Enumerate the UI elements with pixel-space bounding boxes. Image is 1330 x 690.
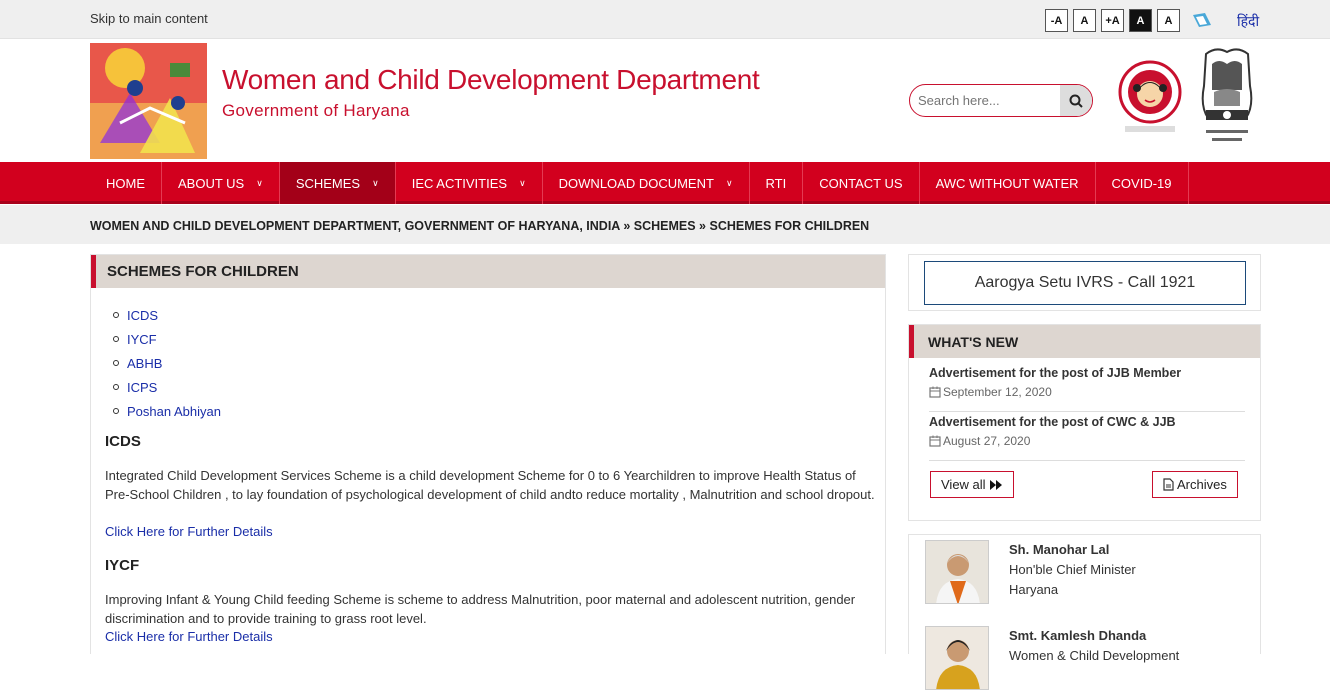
archives-label: Archives bbox=[1177, 477, 1227, 492]
section-text-iycf: Improving Infant & Young Child feeding S… bbox=[105, 592, 856, 626]
profile-card: Sh. Manohar Lal Hon'ble Chief Minister H… bbox=[925, 540, 1136, 604]
bullet-icon bbox=[113, 336, 119, 342]
nav-item-label: SCHEMES bbox=[295, 175, 361, 191]
list-item: ABHB bbox=[113, 351, 221, 375]
avatar bbox=[925, 626, 989, 690]
profile-card: Smt. Kamlesh Dhanda Women & Child Develo… bbox=[925, 626, 1179, 690]
leader-role: Hon'ble Chief Minister bbox=[1009, 562, 1136, 577]
top-bar: Skip to main content -A A +A A A हिंदी bbox=[0, 0, 1330, 39]
nav-item-label: AWC WITHOUT WATER bbox=[935, 175, 1079, 191]
search-box bbox=[909, 84, 1093, 117]
nav-item-download-document[interactable]: DOWNLOAD DOCUMENT ∨ bbox=[543, 162, 750, 204]
news-date: September 12, 2020 bbox=[943, 385, 1052, 399]
bullet-icon bbox=[113, 312, 119, 318]
main-navigation: HOME ABOUT US ∨ SCHEMES ∨ IEC ACTIVITIES ∨ DOWN… bbox=[0, 162, 1330, 204]
section-title-icds: ICDS bbox=[105, 433, 141, 450]
search-input[interactable] bbox=[910, 85, 1060, 116]
font-normal-button[interactable]: A bbox=[1073, 9, 1096, 32]
nav-item-label: CONTACT US bbox=[819, 175, 903, 191]
further-details-link-icds[interactable]: Click Here for Further Details bbox=[105, 524, 273, 539]
light-contrast-button[interactable]: A bbox=[1157, 9, 1180, 32]
list-item: ICDS bbox=[113, 303, 221, 327]
nav-item-label: DOWNLOAD DOCUMENT bbox=[558, 175, 714, 191]
site-title[interactable]: Women and Child Development Department bbox=[222, 64, 760, 96]
nav-item-label: RTI bbox=[765, 175, 787, 191]
view-all-button[interactable]: View all bbox=[930, 471, 1014, 498]
main-content: SCHEMES FOR CHILDREN ICDS IYCF ABHB ICPS… bbox=[90, 254, 886, 654]
whats-new-heading: WHAT'S NEW bbox=[909, 325, 1260, 358]
nav-item-schemes[interactable]: SCHEMES ∨ bbox=[279, 162, 396, 204]
bullet-icon bbox=[113, 408, 119, 414]
view-all-label: View all bbox=[941, 477, 986, 492]
breadcrumb-bar: WOMEN AND CHILD DEVELOPMENT DEPARTMENT, … bbox=[0, 205, 1330, 244]
department-logo[interactable] bbox=[90, 43, 207, 159]
bullet-icon bbox=[113, 360, 119, 366]
section-text-icds: Integrated Child Development Services Sc… bbox=[105, 468, 875, 502]
scheme-link-list: ICDS IYCF ABHB ICPS Poshan Abhiyan bbox=[113, 303, 221, 423]
list-item: Poshan Abhiyan bbox=[113, 399, 221, 423]
news-title[interactable]: Advertisement for the post of CWC & JJB bbox=[929, 415, 1245, 429]
news-title[interactable]: Advertisement for the post of JJB Member bbox=[929, 366, 1245, 380]
nav-item-home[interactable]: HOME bbox=[90, 162, 162, 204]
nav-item-covid-19[interactable]: COVID-19 bbox=[1096, 162, 1189, 204]
fast-forward-icon bbox=[989, 479, 1002, 490]
font-decrease-button[interactable]: -A bbox=[1045, 9, 1068, 32]
further-details-link-iycf[interactable]: Click Here for Further Details bbox=[105, 629, 273, 644]
chevron-down-icon: ∨ bbox=[725, 177, 733, 188]
nav-item-about-us[interactable]: ABOUT US ∨ bbox=[162, 162, 280, 204]
bullet-icon bbox=[113, 384, 119, 390]
leaders-panel: Sh. Manohar Lal Hon'ble Chief Minister H… bbox=[908, 534, 1261, 690]
news-date: August 27, 2020 bbox=[943, 434, 1031, 448]
site-subtitle: Government of Haryana bbox=[222, 101, 410, 120]
nav-item-awc-without-water[interactable]: AWC WITHOUT WATER bbox=[920, 162, 1096, 204]
hindi-language-link[interactable]: हिंदी bbox=[1237, 12, 1259, 31]
beti-bachao-logo bbox=[1113, 52, 1187, 141]
divider bbox=[929, 411, 1245, 412]
section-title-iycf: IYCF bbox=[105, 557, 140, 574]
calendar-icon bbox=[929, 386, 941, 398]
divider bbox=[929, 460, 1245, 461]
breadcrumb[interactable]: WOMEN AND CHILD DEVELOPMENT DEPARTMENT, … bbox=[90, 219, 869, 233]
contrast-icon[interactable] bbox=[1191, 11, 1213, 34]
leader-name: Smt. Kamlesh Dhanda bbox=[1009, 628, 1147, 643]
nav-item-label: IEC ACTIVITIES bbox=[411, 175, 508, 191]
document-icon bbox=[1163, 478, 1174, 491]
calendar-icon bbox=[929, 435, 941, 447]
nav-item-iec-activities[interactable]: IEC ACTIVITIES ∨ bbox=[396, 162, 543, 204]
chevron-down-icon: ∨ bbox=[256, 177, 263, 188]
leader-role: Women & Child Development bbox=[1009, 648, 1180, 663]
scheme-link-icds[interactable]: ICDS bbox=[127, 308, 158, 323]
chevron-down-icon: ∨ bbox=[372, 177, 379, 188]
font-increase-button[interactable]: +A bbox=[1101, 9, 1124, 32]
skip-to-main-link[interactable]: Skip to main content bbox=[90, 11, 208, 26]
leader-name: Sh. Manohar Lal bbox=[1009, 542, 1110, 557]
search-icon bbox=[1069, 94, 1083, 108]
national-emblem bbox=[1194, 46, 1260, 155]
scheme-link-icps[interactable]: ICPS bbox=[127, 380, 157, 395]
news-item: Advertisement for the post of JJB Member… bbox=[929, 366, 1245, 399]
search-button[interactable] bbox=[1060, 85, 1092, 116]
archives-button[interactable]: Archives bbox=[1152, 471, 1238, 498]
scheme-link-abhb[interactable]: ABHB bbox=[127, 356, 162, 371]
scheme-link-poshan[interactable]: Poshan Abhiyan bbox=[127, 404, 221, 419]
font-size-controls: -A A +A A A bbox=[1045, 9, 1180, 32]
nav-item-rti[interactable]: RTI bbox=[750, 162, 804, 204]
news-item: Advertisement for the post of CWC & JJB … bbox=[929, 415, 1245, 448]
nav-item-label: HOME bbox=[106, 175, 145, 191]
leader-place: Haryana bbox=[1009, 582, 1059, 597]
aarogya-box: Aarogya Setu IVRS - Call 1921 bbox=[908, 254, 1261, 311]
nav-item-contact-us[interactable]: CONTACT US bbox=[803, 162, 920, 204]
dark-contrast-button[interactable]: A bbox=[1129, 9, 1152, 32]
chevron-down-icon: ∨ bbox=[519, 177, 526, 188]
page-heading: SCHEMES FOR CHILDREN bbox=[91, 255, 885, 288]
avatar bbox=[925, 540, 989, 604]
aarogya-setu-banner[interactable]: Aarogya Setu IVRS - Call 1921 bbox=[924, 261, 1246, 305]
whats-new-panel: WHAT'S NEW Advertisement for the post of… bbox=[908, 324, 1261, 521]
scheme-link-iycf[interactable]: IYCF bbox=[127, 332, 157, 347]
list-item: ICPS bbox=[113, 375, 221, 399]
nav-item-label: COVID-19 bbox=[1111, 175, 1172, 191]
nav-item-label: ABOUT US bbox=[178, 175, 245, 191]
list-item: IYCF bbox=[113, 327, 221, 351]
